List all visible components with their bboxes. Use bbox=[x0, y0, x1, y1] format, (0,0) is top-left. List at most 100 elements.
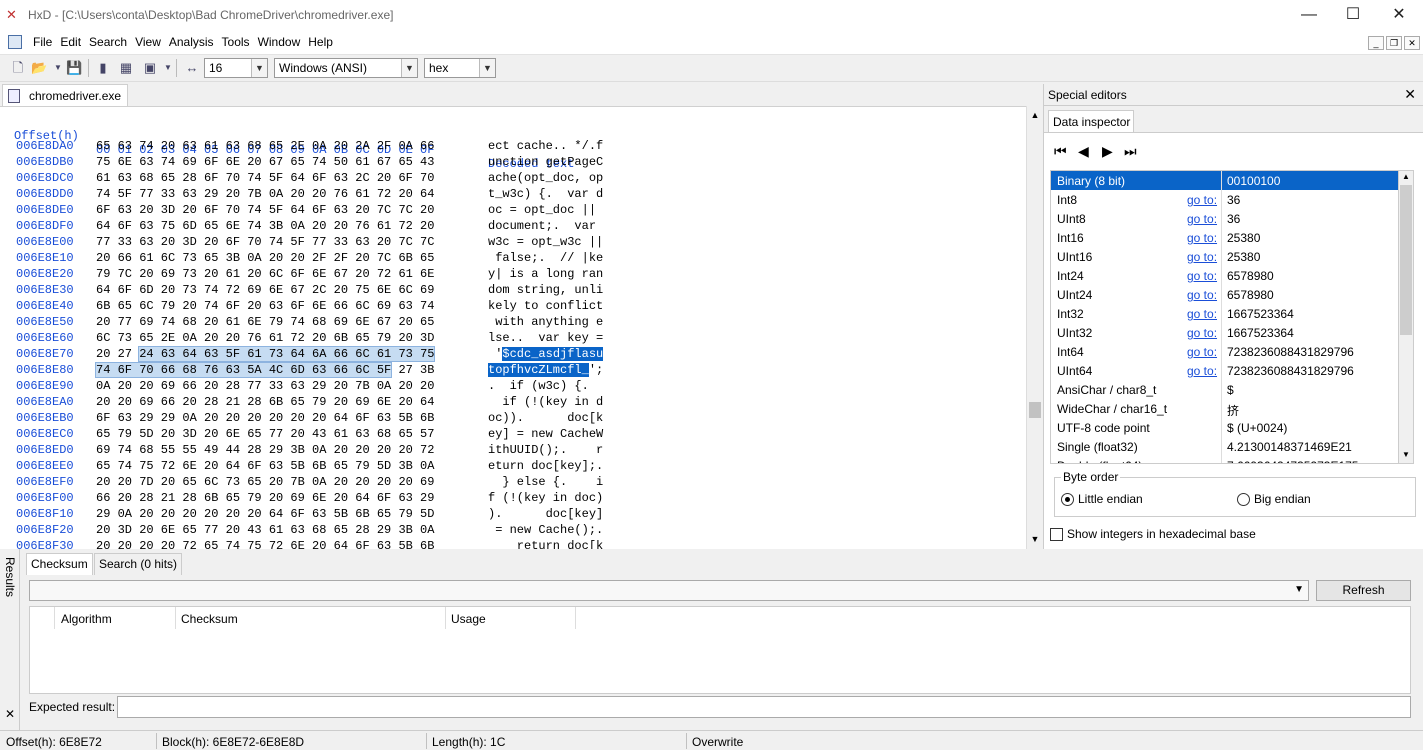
row-bytes-part[interactable]: 27 3B bbox=[391, 363, 434, 377]
inspector-row[interactable]: Int16 go to: 25380 bbox=[1051, 228, 1398, 247]
row-bytes[interactable]: 20 20 69 66 20 28 21 28 6B 65 79 20 69 6… bbox=[96, 395, 434, 409]
inspector-value[interactable]: 36 bbox=[1227, 212, 1240, 226]
goto-link[interactable]: go to: bbox=[1187, 212, 1217, 226]
row-decoded-text[interactable]: topfhvcZLmcfl_'; bbox=[488, 363, 603, 377]
inspector-value[interactable]: 挤 bbox=[1227, 402, 1239, 419]
hex-row[interactable]: 006E8F10 29 0A 20 20 20 20 20 20 64 6F 63… bbox=[0, 507, 1026, 523]
row-decoded-text[interactable]: dom string, unli bbox=[488, 283, 603, 297]
tab-search[interactable]: Search (0 hits) bbox=[94, 553, 183, 575]
hex-row[interactable]: 006E8EB0 6F 63 29 29 0A 20 20 20 20 20 20… bbox=[0, 411, 1026, 427]
hex-row[interactable]: 006E8E50 20 77 69 74 68 20 61 6E 79 74 68… bbox=[0, 315, 1026, 331]
expected-result-input[interactable] bbox=[117, 696, 1411, 718]
hex-row[interactable]: 006E8EA0 20 20 69 66 20 28 21 28 6B 65 79… bbox=[0, 395, 1026, 411]
row-bytes[interactable]: 74 5F 77 33 63 29 20 7B 0A 20 20 76 61 7… bbox=[96, 187, 434, 201]
row-decoded-text[interactable]: document;. var bbox=[488, 219, 603, 233]
mdi-minimize-button[interactable]: _ bbox=[1368, 36, 1384, 50]
row-decoded-text[interactable]: . if (w3c) {. bbox=[488, 379, 603, 393]
inspector-value[interactable]: 4.21300148371469E21 bbox=[1227, 440, 1352, 454]
selected-text[interactable]: $cdc_asdjflasu bbox=[502, 347, 604, 361]
results-close-icon[interactable]: ✕ bbox=[5, 707, 15, 721]
hex-row[interactable]: 006E8E90 0A 20 20 69 66 20 28 77 33 63 29… bbox=[0, 379, 1026, 395]
inspector-value[interactable]: 00100100 bbox=[1227, 174, 1280, 188]
inspector-row[interactable]: UInt64 go to: 7238236088431829796 bbox=[1051, 361, 1398, 380]
selected-bytes[interactable]: 24 63 64 63 5F 61 73 64 6A 66 6C 61 73 7… bbox=[138, 346, 436, 362]
row-decoded-text[interactable]: ). doc[key] bbox=[488, 507, 603, 521]
mdi-close-button[interactable]: ✕ bbox=[1404, 36, 1420, 50]
row-decoded-text[interactable]: y| is a long ran bbox=[488, 267, 603, 281]
inspector-row[interactable]: Int24 go to: 6578980 bbox=[1051, 266, 1398, 285]
selected-bytes[interactable]: 74 6F 70 66 68 76 63 5A 4C 6D 63 66 6C 5… bbox=[94, 362, 393, 378]
inspector-row[interactable]: Int32 go to: 1667523364 bbox=[1051, 304, 1398, 323]
column-algorithm[interactable]: Algorithm bbox=[61, 612, 112, 626]
row-decoded-text[interactable]: oc)). doc[k bbox=[488, 411, 603, 425]
new-file-icon[interactable]: 🗋 bbox=[10, 60, 26, 76]
goto-link[interactable]: go to: bbox=[1187, 364, 1217, 378]
row-text-part[interactable]: ' bbox=[488, 347, 502, 361]
column-checksum[interactable]: Checksum bbox=[181, 612, 238, 626]
hex-row[interactable]: 006E8E70 20 27 24 63 64 63 5F 61 73 64 6A… bbox=[0, 346, 1026, 363]
row-bytes-part[interactable]: 20 27 bbox=[96, 347, 139, 361]
row-bytes[interactable]: 20 20 7D 20 65 6C 73 65 20 7B 0A 20 20 2… bbox=[96, 475, 434, 489]
inspector-value[interactable]: 25380 bbox=[1227, 250, 1260, 264]
hex-row[interactable]: 006E8E10 20 66 61 6C 73 65 3B 0A 20 20 2F… bbox=[0, 251, 1026, 267]
menu-edit[interactable]: Edit bbox=[56, 35, 85, 49]
hex-row[interactable]: 006E8E60 6C 73 65 2E 0A 20 20 76 61 72 20… bbox=[0, 331, 1026, 347]
previous-icon[interactable]: ◀ bbox=[1078, 143, 1089, 160]
row-decoded-text[interactable]: f (!(key in doc) bbox=[488, 491, 603, 505]
inspector-row[interactable]: WideChar / char16_t 挤 bbox=[1051, 399, 1398, 419]
scroll-down-icon[interactable]: ▼ bbox=[1399, 450, 1413, 459]
data-inspector-scrollbar[interactable]: ▲ ▼ bbox=[1399, 170, 1414, 464]
row-bytes[interactable]: 77 33 63 20 3D 20 6F 70 74 5F 77 33 63 2… bbox=[96, 235, 434, 249]
row-decoded-text[interactable]: oc = opt_doc || bbox=[488, 203, 603, 217]
hex-editor[interactable]: Offset(h) 00 01 02 03 04 05 06 07 08 09 … bbox=[0, 106, 1026, 549]
row-decoded-text[interactable]: return doc[k bbox=[488, 539, 603, 549]
row-decoded-text[interactable]: if (!(key in d bbox=[488, 395, 603, 409]
row-bytes[interactable]: 6F 63 20 3D 20 6F 70 74 5F 64 6F 63 20 7… bbox=[96, 203, 434, 217]
hex-row[interactable]: 006E8E00 77 33 63 20 3D 20 6F 70 74 5F 77… bbox=[0, 235, 1026, 251]
hex-row[interactable]: 006E8F00 66 20 28 21 28 6B 65 79 20 69 6E… bbox=[0, 491, 1026, 507]
row-bytes[interactable]: 65 74 75 72 6E 20 64 6F 63 5B 6B 65 79 5… bbox=[96, 459, 434, 473]
goto-link[interactable]: go to: bbox=[1187, 307, 1217, 321]
refresh-button[interactable]: Refresh bbox=[1316, 580, 1411, 601]
ram-dropdown-icon[interactable]: ▼ bbox=[160, 60, 176, 76]
row-bytes[interactable]: 0A 20 20 69 66 20 28 77 33 63 29 20 7B 0… bbox=[96, 379, 434, 393]
hex-row[interactable]: 006E8DF0 64 6F 63 75 6D 65 6E 74 3B 0A 20… bbox=[0, 219, 1026, 235]
row-decoded-text[interactable]: ache(opt_doc, op bbox=[488, 171, 603, 185]
menu-analysis[interactable]: Analysis bbox=[165, 35, 218, 49]
scroll-thumb[interactable] bbox=[1029, 402, 1041, 418]
hex-row[interactable]: 006E8E20 79 7C 20 69 73 20 61 20 6C 6F 6E… bbox=[0, 267, 1026, 283]
row-decoded-text[interactable]: ect cache.. */.f bbox=[488, 139, 603, 153]
row-bytes[interactable]: 61 63 68 65 28 6F 70 74 5F 64 6F 63 2C 2… bbox=[96, 171, 434, 185]
algorithm-select[interactable]: ▼ bbox=[29, 580, 1309, 601]
hex-row[interactable]: 006E8F30 20 20 20 20 72 65 74 75 72 6E 20… bbox=[0, 539, 1026, 549]
little-endian-radio[interactable]: Little endian bbox=[1061, 492, 1143, 506]
column-usage[interactable]: Usage bbox=[451, 612, 486, 626]
inspector-value[interactable]: 7238236088431829796 bbox=[1227, 364, 1354, 378]
row-bytes[interactable]: 65 63 74 20 63 61 63 68 65 2E 0A 20 2A 2… bbox=[96, 139, 434, 153]
row-decoded-text[interactable]: w3c = opt_w3c || bbox=[488, 235, 603, 249]
hex-row[interactable]: 006E8DD0 74 5F 77 33 63 29 20 7B 0A 20 20… bbox=[0, 187, 1026, 203]
hex-row[interactable]: 006E8EE0 65 74 75 72 6E 20 64 6F 63 5B 6B… bbox=[0, 459, 1026, 475]
mdi-restore-button[interactable]: ❐ bbox=[1386, 36, 1402, 50]
hex-row[interactable]: 006E8ED0 69 74 68 55 55 49 44 28 29 3B 0A… bbox=[0, 443, 1026, 459]
results-side-label[interactable]: Results bbox=[3, 557, 17, 597]
row-bytes[interactable]: 6C 73 65 2E 0A 20 20 76 61 72 20 6B 65 7… bbox=[96, 331, 434, 345]
row-decoded-text[interactable]: ey] = new CacheW bbox=[488, 427, 603, 441]
inspector-value[interactable]: $ bbox=[1227, 383, 1234, 397]
memory-icon[interactable]: ▦ bbox=[118, 60, 134, 76]
hex-base-checkbox[interactable]: Show integers in hexadecimal base bbox=[1050, 527, 1256, 541]
row-bytes[interactable]: 64 6F 63 75 6D 65 6E 74 3B 0A 20 20 76 6… bbox=[96, 219, 434, 233]
row-bytes[interactable]: 20 66 61 6C 73 65 3B 0A 20 20 2F 2F 20 7… bbox=[96, 251, 434, 265]
menu-view[interactable]: View bbox=[131, 35, 165, 49]
row-bytes[interactable]: 29 0A 20 20 20 20 20 20 64 6F 63 5B 6B 6… bbox=[96, 507, 434, 521]
inspector-row[interactable]: Int64 go to: 7238236088431829796 bbox=[1051, 342, 1398, 361]
ram-icon[interactable]: ▣ bbox=[142, 60, 158, 76]
inspector-value[interactable]: 25380 bbox=[1227, 231, 1260, 245]
hex-row[interactable]: 006E8E40 6B 65 6C 79 20 74 6F 20 63 6F 6E… bbox=[0, 299, 1026, 315]
inspector-row[interactable]: UInt16 go to: 25380 bbox=[1051, 247, 1398, 266]
inspector-row[interactable]: UInt24 go to: 6578980 bbox=[1051, 285, 1398, 304]
row-bytes[interactable]: 20 27 24 63 64 63 5F 61 73 64 6A 66 6C 6… bbox=[96, 346, 436, 362]
goto-link[interactable]: go to: bbox=[1187, 231, 1217, 245]
goto-link[interactable]: go to: bbox=[1187, 345, 1217, 359]
offset-base-select[interactable]: hex ▼ bbox=[424, 58, 496, 78]
